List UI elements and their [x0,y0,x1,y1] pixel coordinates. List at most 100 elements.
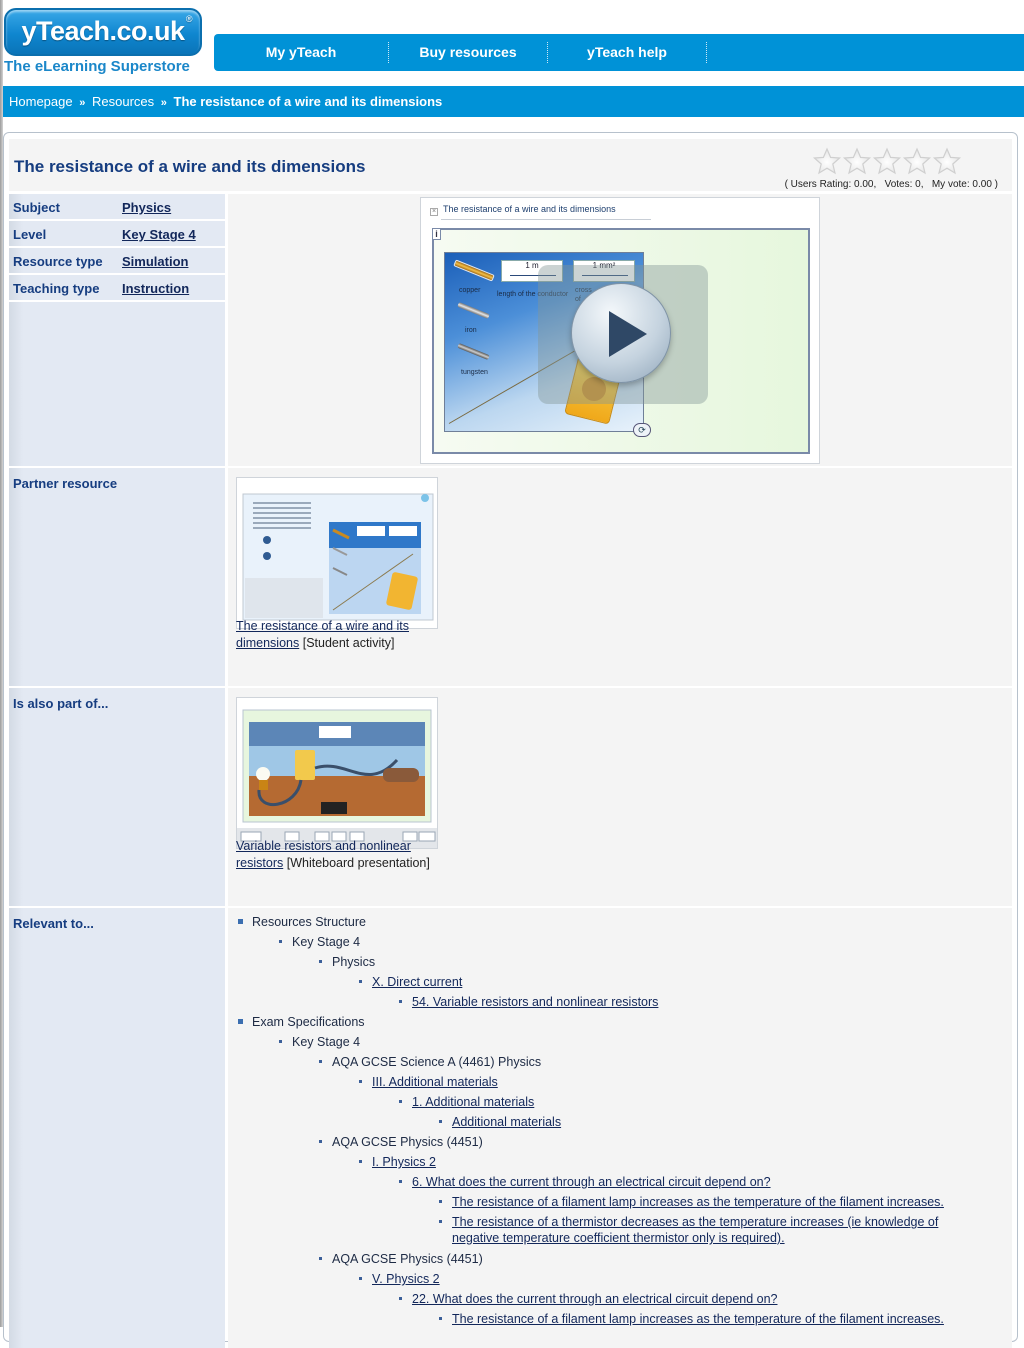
play-icon [609,311,647,357]
breadcrumb: Homepage » Resources » The resistance of… [3,86,1024,117]
tree-item: AQA GCSE Science A (4461) Physics [319,1054,542,1070]
tree-item[interactable]: 22. What does the current through an ele… [399,1291,778,1307]
rating-summary: ( Users Rating: 0.00, Votes: 0, My vote:… [784,179,998,190]
tree-link[interactable]: 54. Variable resistors and nonlinear res… [412,995,658,1009]
tree-link[interactable]: The resistance of a filament lamp increa… [452,1312,944,1326]
nav-my-yteach[interactable]: My yTeach [214,42,389,63]
property-row-resource-type: Resource type Simulation [9,248,225,273]
tree-item[interactable]: The resistance of a filament lamp increa… [439,1194,944,1210]
property-row-subject: Subject Physics [9,194,225,219]
preview-title: The resistance of a wire and its dimensi… [443,204,616,214]
tree-link-continued[interactable]: negative temperature coefficient thermis… [452,1231,785,1245]
tree-label: AQA GCSE Physics (4451) [332,1252,483,1266]
property-label: Level [13,227,47,242]
tree-link[interactable]: Additional materials [452,1115,561,1129]
resource-type-label: [Whiteboard presentation] [286,856,430,870]
tree-item[interactable]: V. Physics 2 [359,1271,440,1287]
tree-item[interactable]: Additional materials [439,1114,561,1130]
tree-item[interactable]: 6. What does the current through an elec… [399,1174,771,1190]
part-of-cell: Variable resistors and nonlinear resisto… [228,688,1012,906]
top-navigation: My yTeach Buy resources yTeach help [214,34,1024,71]
property-label: Resource type [13,254,103,269]
part-of-caption: Variable resistors and nonlinear resisto… [236,838,476,872]
property-value-link[interactable]: Instruction [122,281,189,296]
part-of-link-continued[interactable]: resistors [236,856,283,870]
bullet-icon [319,960,322,963]
property-filler [9,302,225,466]
tree-link[interactable]: V. Physics 2 [372,1272,440,1286]
bullet-icon [238,919,243,924]
breadcrumb-separator: » [79,97,86,109]
property-value-link[interactable]: Simulation [122,254,188,269]
resource-panel: The resistance of a wire and its dimensi… [3,132,1018,1348]
tree-item[interactable]: 54. Variable resistors and nonlinear res… [399,994,658,1010]
tree-label: Resources Structure [252,915,366,929]
resource-type-label: [Student activity] [302,636,395,650]
tree-link[interactable]: I. Physics 2 [372,1155,436,1169]
tree-link[interactable]: The resistance of a filament lamp increa… [452,1195,944,1209]
bullet-icon [279,940,282,943]
bullet-icon [399,1000,402,1003]
logo-text: yTeach.co.uk [21,16,185,46]
tree-link[interactable]: 1. Additional materials [412,1095,534,1109]
tree-link[interactable]: The resistance of a thermistor decreases… [452,1215,938,1229]
bullet-icon [359,1277,362,1280]
bullet-icon [238,1019,243,1024]
logo-wordmark: yTeach.co.uk ® [4,8,202,56]
logo-tagline: The eLearning Superstore [4,58,190,75]
tungsten-rod [457,343,490,360]
tree-item: Exam Specifications [238,1014,365,1030]
section-label: Relevant to... [13,916,94,931]
tree-label: AQA GCSE Science A (4461) Physics [332,1055,542,1069]
student-activity-preview-image [237,478,437,628]
star-icon[interactable] [872,147,902,175]
breadcrumb-separator: » [160,97,167,109]
tree-item[interactable]: X. Direct current [359,974,462,990]
tree-label: Key Stage 4 [292,935,361,949]
bullet-icon [319,1140,322,1143]
tree-item[interactable]: 1. Additional materials [399,1094,534,1110]
property-value-link[interactable]: Key Stage 4 [122,227,196,242]
partner-link-continued[interactable]: dimensions [236,636,299,650]
resource-preview[interactable]: × The resistance of a wire and its dimen… [420,197,820,464]
whiteboard-preview-image [237,698,437,848]
tree-link[interactable]: 22. What does the current through an ele… [412,1292,778,1306]
iron-rod [457,302,490,319]
property-value-link[interactable]: Physics [122,200,171,215]
tree-item[interactable]: The resistance of a filament lamp increa… [439,1311,944,1327]
star-icon[interactable] [932,147,962,175]
bullet-icon [319,1257,322,1260]
tree-item: Resources Structure [238,914,366,930]
info-icon: i [432,228,441,240]
nav-buy-resources[interactable]: Buy resources [389,42,548,63]
part-of-thumbnail[interactable] [236,697,438,849]
bullet-icon [439,1120,442,1123]
tree-label: Physics [332,955,376,969]
star-icon[interactable] [812,147,842,175]
breadcrumb-resources[interactable]: Resources [92,94,154,109]
star-icon[interactable] [902,147,932,175]
site-logo[interactable]: yTeach.co.uk ® The eLearning Superstore [4,8,204,78]
breadcrumb-homepage[interactable]: Homepage [9,94,73,109]
material-label: copper [459,287,481,294]
partner-thumbnail[interactable] [236,477,438,629]
tree-link[interactable]: 6. What does the current through an elec… [412,1175,771,1189]
refresh-icon: ⟳ [633,423,651,437]
tree-link[interactable]: X. Direct current [372,975,462,989]
bullet-icon [319,1060,322,1063]
section-part-of: Is also part of... [9,688,225,906]
star-icon[interactable] [842,147,872,175]
partner-cell: The resistance of a wire and its dimensi… [228,468,1012,686]
play-button[interactable] [571,283,671,383]
tree-item[interactable]: I. Physics 2 [359,1154,436,1170]
partner-link[interactable]: The resistance of a wire and its [236,619,409,633]
tree-link[interactable]: III. Additional materials [372,1075,498,1089]
tree-item[interactable]: III. Additional materials [359,1074,498,1090]
part-of-link[interactable]: Variable resistors and nonlinear [236,839,411,853]
star-rating[interactable] [812,147,962,175]
relevant-cell: Resources Structure Key Stage 4 Physics X. … [228,908,1012,1348]
bullet-icon [439,1317,442,1320]
nav-yteach-help[interactable]: yTeach help [548,42,707,63]
bullet-icon [399,1180,402,1183]
tree-item[interactable]: The resistance of a thermistor decreases… [439,1214,938,1246]
